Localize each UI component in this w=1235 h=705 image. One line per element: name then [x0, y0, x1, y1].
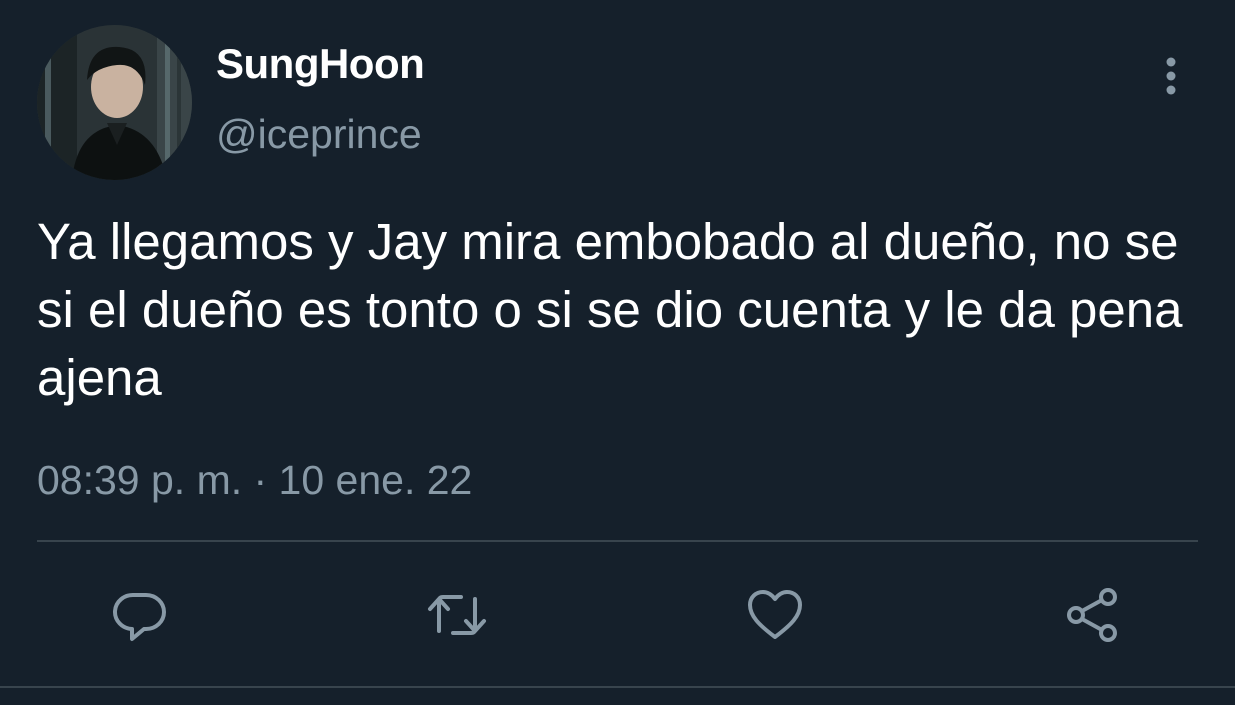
more-options-button[interactable] [1150, 52, 1192, 100]
retweet-icon [428, 595, 486, 635]
divider [37, 540, 1198, 542]
retweet-button[interactable] [425, 583, 489, 647]
heart-icon [748, 590, 802, 639]
user-handle[interactable]: @iceprince [216, 110, 422, 158]
share-icon [1067, 588, 1117, 642]
display-name[interactable]: SungHoon [216, 40, 425, 88]
tweet-timestamp[interactable]: 08:39 p. m. · 10 ene. 22 [37, 452, 472, 508]
bottom-divider [0, 686, 1235, 688]
more-vertical-icon [1166, 57, 1176, 95]
avatar[interactable] [37, 25, 192, 180]
reply-icon [112, 592, 166, 641]
tweet-card: SungHoon @iceprince Ya llegamos y Jay mi… [0, 0, 1235, 705]
share-button[interactable] [1060, 583, 1124, 647]
avatar-image [37, 25, 192, 180]
like-button[interactable] [743, 583, 807, 647]
reply-button[interactable] [108, 583, 172, 647]
tweet-text: Ya llegamos y Jay mira embobado al dueño… [37, 213, 1183, 406]
